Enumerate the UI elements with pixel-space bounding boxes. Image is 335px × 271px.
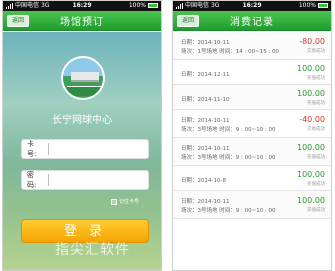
remember-card[interactable]: 记住卡号 <box>111 198 139 205</box>
record-row[interactable]: 日期：2014-10-11 场次：3号场地 时间：9 : 00~10 : 00 10… <box>173 191 331 219</box>
screenshot-canvas: 中国电信 3G 16:29 100% 返回 场馆预订 长宁网球中心 卡 号: 密… <box>0 0 335 271</box>
record-status: 充值成功 <box>307 182 325 187</box>
record-status: 充值成功 <box>307 155 325 160</box>
record-detail: 场次：1号场地 时间：14 : 00~15 : 00 <box>181 49 280 55</box>
venue-avatar <box>61 56 105 100</box>
status-bar: 中国电信 3G 16:29 100% <box>3 1 161 11</box>
record-amount: -40.00 <box>299 115 325 124</box>
record-date: 日期：2014-10-8 <box>181 178 226 184</box>
card-number-input[interactable] <box>52 142 148 156</box>
records-phone: 中国电信 3G 16:29 100% 返回 消费记录 日期：2014-10-11… <box>172 0 332 271</box>
record-row[interactable]: 日期：2014-10-11 场次：1号场地 时间：14 : 00~15 : 00 -… <box>173 32 331 60</box>
page-title: 消费记录 <box>230 17 274 28</box>
record-status: 充值成功 <box>307 208 325 213</box>
record-date: 日期：2014-10-11 <box>181 40 230 46</box>
record-status: 充值成功 <box>307 101 325 106</box>
password-input[interactable] <box>52 173 148 187</box>
record-list: 日期：2014-10-11 场次：1号场地 时间：14 : 00~15 : 00 -… <box>173 32 331 219</box>
building-shape <box>71 72 99 82</box>
record-row[interactable]: 日期：2014-12-11 100.00 充值成功 <box>173 60 331 85</box>
remember-label: 记住卡号 <box>119 199 140 205</box>
court-shape <box>67 86 103 96</box>
record-status: 充值成功 <box>307 76 325 81</box>
record-status: 交易成功 <box>307 49 325 54</box>
record-row[interactable]: 日期：2014-10-11 场次：3号场地 时间：9 : 00~10 : 00 10… <box>173 138 331 166</box>
nav-bar: 返回 消费记录 <box>173 11 331 31</box>
divider <box>48 174 49 186</box>
remember-checkbox[interactable] <box>111 198 117 205</box>
record-row[interactable]: 日期：2014-11-10 100.00 充值成功 <box>173 85 331 110</box>
card-number-field: 卡 号: <box>21 139 149 159</box>
page-title: 场馆预订 <box>60 17 104 28</box>
back-button[interactable]: 返回 <box>7 15 30 27</box>
record-amount: 100.00 <box>297 143 325 152</box>
login-phone: 中国电信 3G 16:29 100% 返回 场馆预订 长宁网球中心 卡 号: 密… <box>2 0 162 271</box>
password-field: 密 码: <box>21 170 149 190</box>
back-button[interactable]: 返回 <box>177 15 200 27</box>
record-date: 日期：2014-10-11 <box>181 199 230 205</box>
record-amount: 100.00 <box>297 170 325 179</box>
venue-name: 长宁网球中心 <box>52 115 112 126</box>
record-amount: 100.00 <box>297 89 325 98</box>
status-bar: 中国电信 3G 16:29 100% <box>173 1 331 11</box>
record-detail: 场次：3号场地 时间：9 : 00~10 : 00 <box>181 208 276 214</box>
password-label: 密 码: <box>27 171 37 189</box>
divider <box>48 143 49 155</box>
record-date: 日期：2014-11-10 <box>181 97 230 103</box>
record-row[interactable]: 日期：2014-10-11 场次：3号场地 时间：9 : 00~10 : 00 -4… <box>173 110 331 138</box>
record-status: 交易成功 <box>307 127 325 132</box>
card-label: 卡 号: <box>27 140 37 158</box>
record-date: 日期：2014-10-11 <box>181 118 230 124</box>
record-date: 日期：2014-12-11 <box>181 72 230 78</box>
record-detail: 场次：3号场地 时间：9 : 00~10 : 00 <box>181 155 276 161</box>
clock-text: 16:29 <box>72 2 92 9</box>
record-date: 日期：2014-10-11 <box>181 146 230 152</box>
watermark-text: 指尖汇软件 <box>55 242 130 258</box>
record-amount: -80.00 <box>299 37 325 46</box>
clock-text: 16:29 <box>242 2 262 9</box>
nav-bar: 返回 场馆预订 <box>3 11 161 31</box>
record-amount: 100.00 <box>297 64 325 73</box>
record-detail: 场次：3号场地 时间：9 : 00~10 : 00 <box>181 127 276 133</box>
record-row[interactable]: 日期：2014-10-8 100.00 充值成功 <box>173 166 331 191</box>
record-amount: 100.00 <box>297 196 325 205</box>
